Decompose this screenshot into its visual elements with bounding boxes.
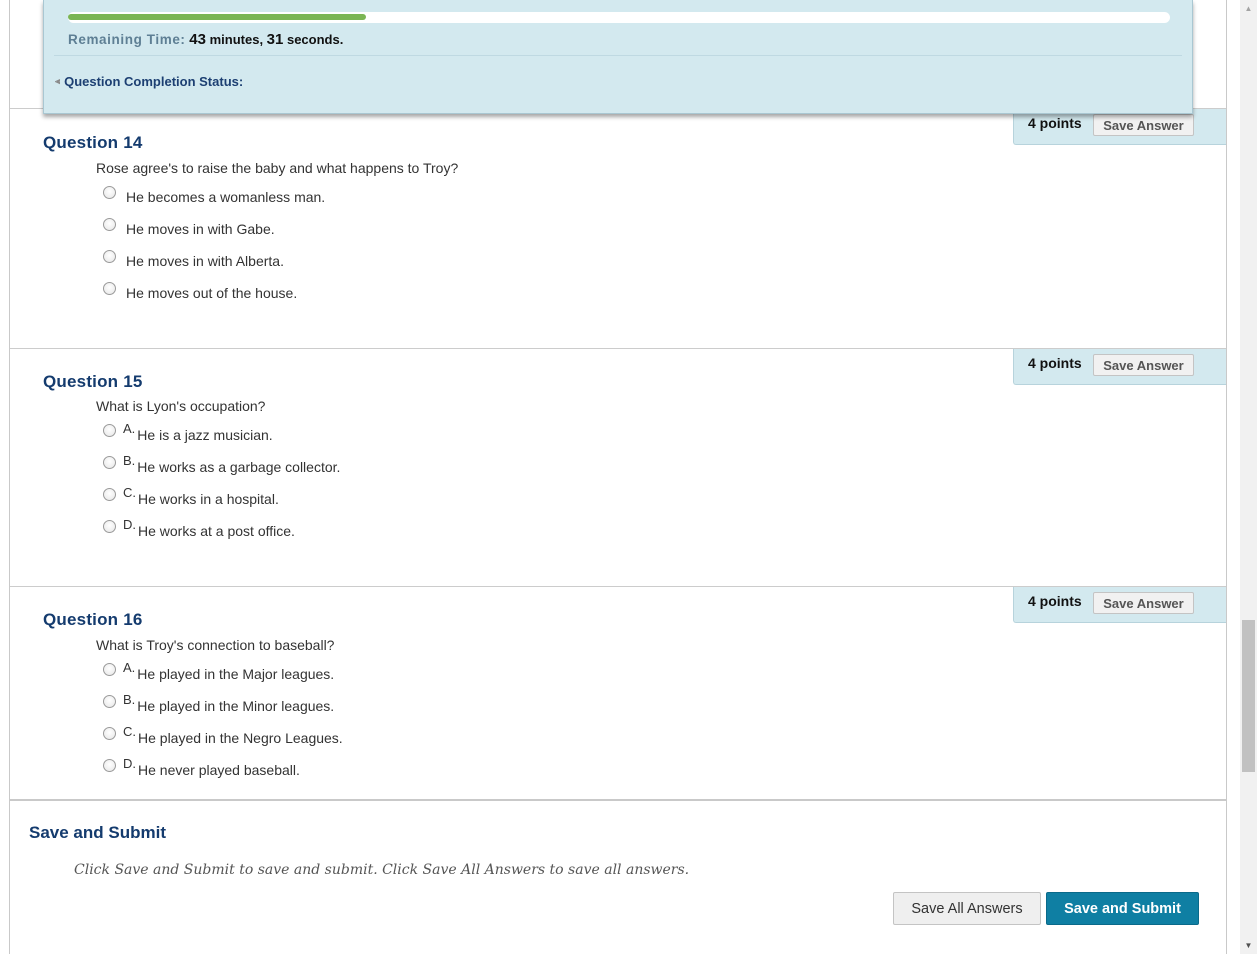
vertical-scrollbar[interactable]: ▲ ▼ (1240, 0, 1257, 954)
time-progress-bar (68, 12, 1170, 23)
answer-option[interactable]: C. He works in a hospital. (103, 485, 279, 508)
answer-option[interactable]: D. He works at a post office. (103, 517, 295, 540)
save-answer-button[interactable]: Save Answer (1093, 592, 1194, 614)
answer-option[interactable]: He moves in with Gabe. (103, 218, 275, 238)
minutes-unit: minutes, (205, 32, 267, 47)
question-completion-toggle[interactable]: ⫷ Question Completion Status: (55, 74, 243, 89)
question-title: Question 14 (43, 133, 143, 152)
question-text: Rose agree's to raise the baby and what … (96, 160, 459, 176)
option-text: He played in the Negro Leagues. (138, 730, 343, 746)
radio-button[interactable] (103, 488, 116, 501)
option-letter: D. (123, 756, 136, 771)
save-all-answers-button[interactable]: Save All Answers (893, 892, 1041, 925)
remaining-time: Remaining Time: 43 minutes, 31 seconds. (68, 31, 343, 48)
question-text: What is Lyon's occupation? (96, 398, 266, 414)
scrollbar-thumb[interactable] (1242, 620, 1255, 772)
completion-status-label: Question Completion Status: (64, 74, 244, 89)
radio-button[interactable] (103, 663, 116, 676)
option-text: He moves in with Alberta. (126, 253, 284, 269)
radio-button[interactable] (103, 456, 116, 469)
question-text: What is Troy's connection to baseball? (96, 637, 335, 653)
option-letter: D. (123, 517, 136, 532)
timer-panel: Remaining Time: 43 minutes, 31 seconds. … (43, 0, 1193, 114)
answer-option[interactable]: D. He never played baseball. (103, 756, 300, 779)
option-text: He moves out of the house. (126, 285, 298, 301)
option-text: He works in a hospital. (138, 491, 279, 507)
option-letter: A. (123, 660, 136, 675)
option-text: He works at a post office. (138, 523, 295, 539)
question-15: 4 points Save Answer Question 15 What is… (10, 348, 1226, 586)
save-and-submit-button[interactable]: Save and Submit (1046, 892, 1199, 925)
answer-option[interactable]: B. He works as a garbage collector. (103, 453, 341, 476)
option-text: He played in the Major leagues. (137, 666, 335, 682)
question-16: 4 points Save Answer Question 16 What is… (10, 586, 1226, 799)
test-page: 4 points Save Answer Question 14 Rose ag… (0, 0, 1257, 954)
option-letter: B. (123, 453, 136, 468)
answer-option[interactable]: C. He played in the Negro Leagues. (103, 724, 343, 747)
points-box: 4 points Save Answer (1013, 109, 1226, 145)
answer-option[interactable]: A. He is a jazz musician. (103, 421, 273, 444)
divider (54, 55, 1182, 56)
time-progress-fill (68, 14, 366, 20)
points-label: 4 points (1028, 355, 1082, 371)
answer-option[interactable]: He moves in with Alberta. (103, 250, 284, 270)
question-title: Question 16 (43, 610, 143, 629)
radio-button[interactable] (103, 520, 116, 533)
remaining-time-label: Remaining Time: (68, 32, 186, 47)
option-letter: B. (123, 692, 136, 707)
radio-button[interactable] (103, 250, 116, 263)
minutes-value: 43 (189, 31, 206, 48)
seconds-unit: seconds. (283, 32, 344, 47)
option-text: He played in the Minor leagues. (137, 698, 335, 714)
option-letter: C. (123, 485, 136, 500)
answer-option[interactable]: B. He played in the Minor leagues. (103, 692, 335, 715)
option-letter: A. (123, 421, 136, 436)
points-box: 4 points Save Answer (1013, 587, 1226, 623)
option-text: He moves in with Gabe. (126, 221, 275, 237)
submit-section-title: Save and Submit (29, 823, 166, 842)
radio-button[interactable] (103, 759, 116, 772)
answer-option[interactable]: He becomes a womanless man. (103, 186, 325, 206)
points-box: 4 points Save Answer (1013, 349, 1226, 385)
question-14: 4 points Save Answer Question 14 Rose ag… (10, 108, 1226, 348)
answer-option[interactable]: He moves out of the house. (103, 282, 297, 302)
submit-instructions: Click Save and Submit to save and submit… (74, 862, 690, 878)
option-text: He is a jazz musician. (137, 427, 273, 443)
radio-button[interactable] (103, 727, 116, 740)
radio-button[interactable] (103, 186, 116, 199)
points-label: 4 points (1028, 593, 1082, 609)
option-letter: C. (123, 724, 136, 739)
seconds-value: 31 (266, 31, 284, 48)
save-and-submit-section: Save and Submit Click Save and Submit to… (10, 799, 1226, 954)
radio-button[interactable] (103, 282, 116, 295)
option-text: He never played baseball. (138, 762, 300, 778)
triangle-up-icon[interactable]: ▲ (1240, 0, 1257, 17)
answer-option[interactable]: A. He played in the Major leagues. (103, 660, 335, 683)
option-text: He becomes a womanless man. (126, 189, 326, 205)
question-title: Question 15 (43, 372, 143, 391)
radio-button[interactable] (103, 218, 116, 231)
save-answer-button[interactable]: Save Answer (1093, 114, 1194, 136)
double-chevron-down-icon: ⫷ (55, 76, 61, 86)
points-label: 4 points (1028, 115, 1082, 131)
save-answer-button[interactable]: Save Answer (1093, 354, 1194, 376)
triangle-down-icon[interactable]: ▼ (1240, 937, 1257, 954)
option-text: He works as a garbage collector. (137, 459, 341, 475)
radio-button[interactable] (103, 424, 116, 437)
radio-button[interactable] (103, 695, 116, 708)
test-content: 4 points Save Answer Question 14 Rose ag… (9, 0, 1227, 954)
